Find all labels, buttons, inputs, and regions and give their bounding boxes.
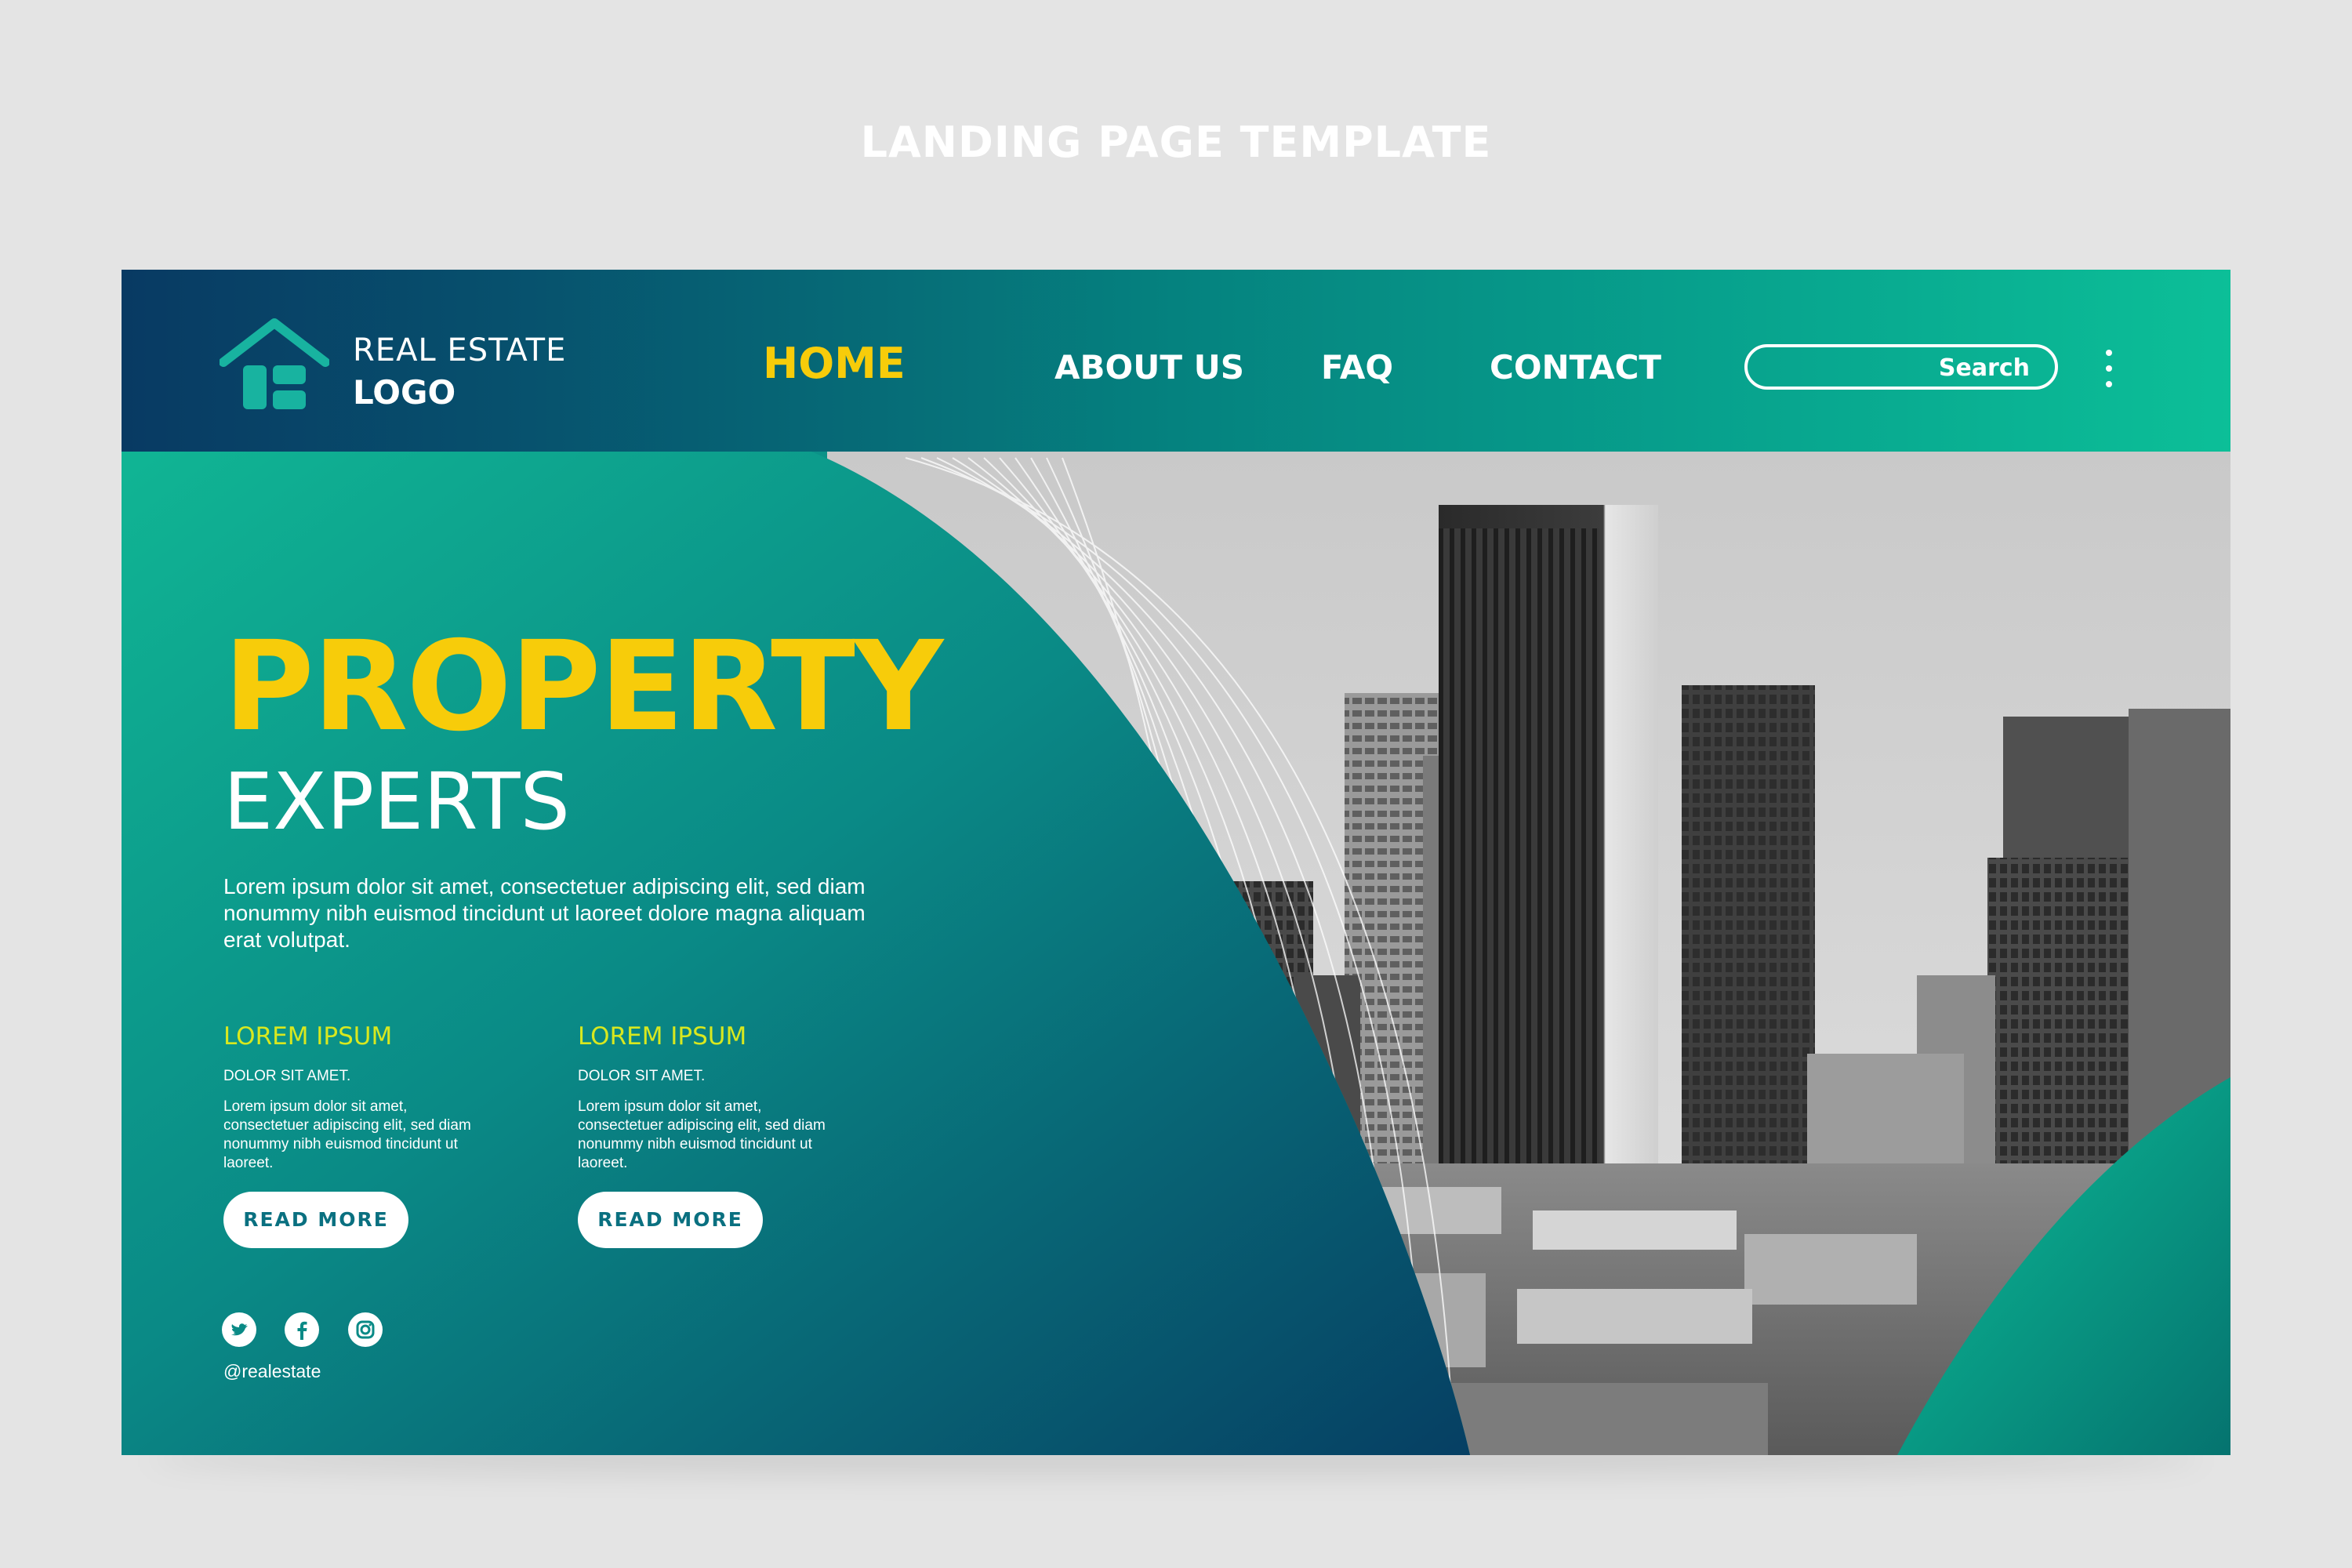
nav-contact[interactable]: CONTACT	[1490, 348, 1661, 387]
read-more-button[interactable]: READ MORE	[223, 1192, 408, 1248]
more-menu-icon[interactable]	[2101, 350, 2117, 394]
nav-faq[interactable]: FAQ	[1321, 348, 1393, 387]
top-nav-bar: REAL ESTATE LOGO HOME ABOUT US FAQ CONTA…	[122, 270, 2230, 452]
real-estate-logo[interactable]: REAL ESTATE LOGO	[220, 317, 572, 419]
read-more-button[interactable]: READ MORE	[578, 1192, 763, 1248]
logo-text-line2: LOGO	[353, 373, 456, 412]
feature-subtitle: DOLOR SIT AMET.	[578, 1068, 706, 1084]
landing-page-frame: REAL ESTATE LOGO HOME ABOUT US FAQ CONTA…	[122, 270, 2230, 1455]
feature-subtitle: DOLOR SIT AMET.	[223, 1068, 351, 1084]
social-links	[222, 1312, 408, 1347]
twitter-icon[interactable]	[222, 1312, 256, 1347]
page-caption: LANDING PAGE TEMPLATE	[860, 118, 1492, 167]
hero-intro-text: Lorem ipsum dolor sit amet, consectetuer…	[223, 874, 866, 952]
feature-text: Lorem ipsum dolor sit amet, consectetuer…	[223, 1098, 471, 1171]
house-logo-icon	[220, 318, 329, 409]
social-handle: @realestate	[223, 1361, 321, 1381]
feature-title: LOREM IPSUM	[223, 1022, 393, 1051]
logo-text-line1: REAL ESTATE	[353, 332, 567, 368]
hero-title-line2: EXPERTS	[223, 756, 570, 848]
feature-block: LOREM IPSUM DOLOR SIT AMET. Lorem ipsum …	[578, 1022, 860, 1248]
nav-about-us[interactable]: ABOUT US	[1054, 348, 1244, 387]
feature-block: LOREM IPSUM DOLOR SIT AMET. Lorem ipsum …	[223, 1022, 506, 1248]
facebook-icon[interactable]	[285, 1312, 320, 1347]
hero-title-line1: PROPERTY	[223, 615, 943, 759]
search-input[interactable]: Search	[1744, 344, 2058, 390]
feature-title: LOREM IPSUM	[578, 1022, 747, 1051]
feature-text: Lorem ipsum dolor sit amet, consectetuer…	[578, 1098, 826, 1171]
search-label: Search	[1938, 354, 2030, 382]
instagram-icon[interactable]	[347, 1312, 383, 1347]
nav-home[interactable]: HOME	[763, 339, 906, 388]
